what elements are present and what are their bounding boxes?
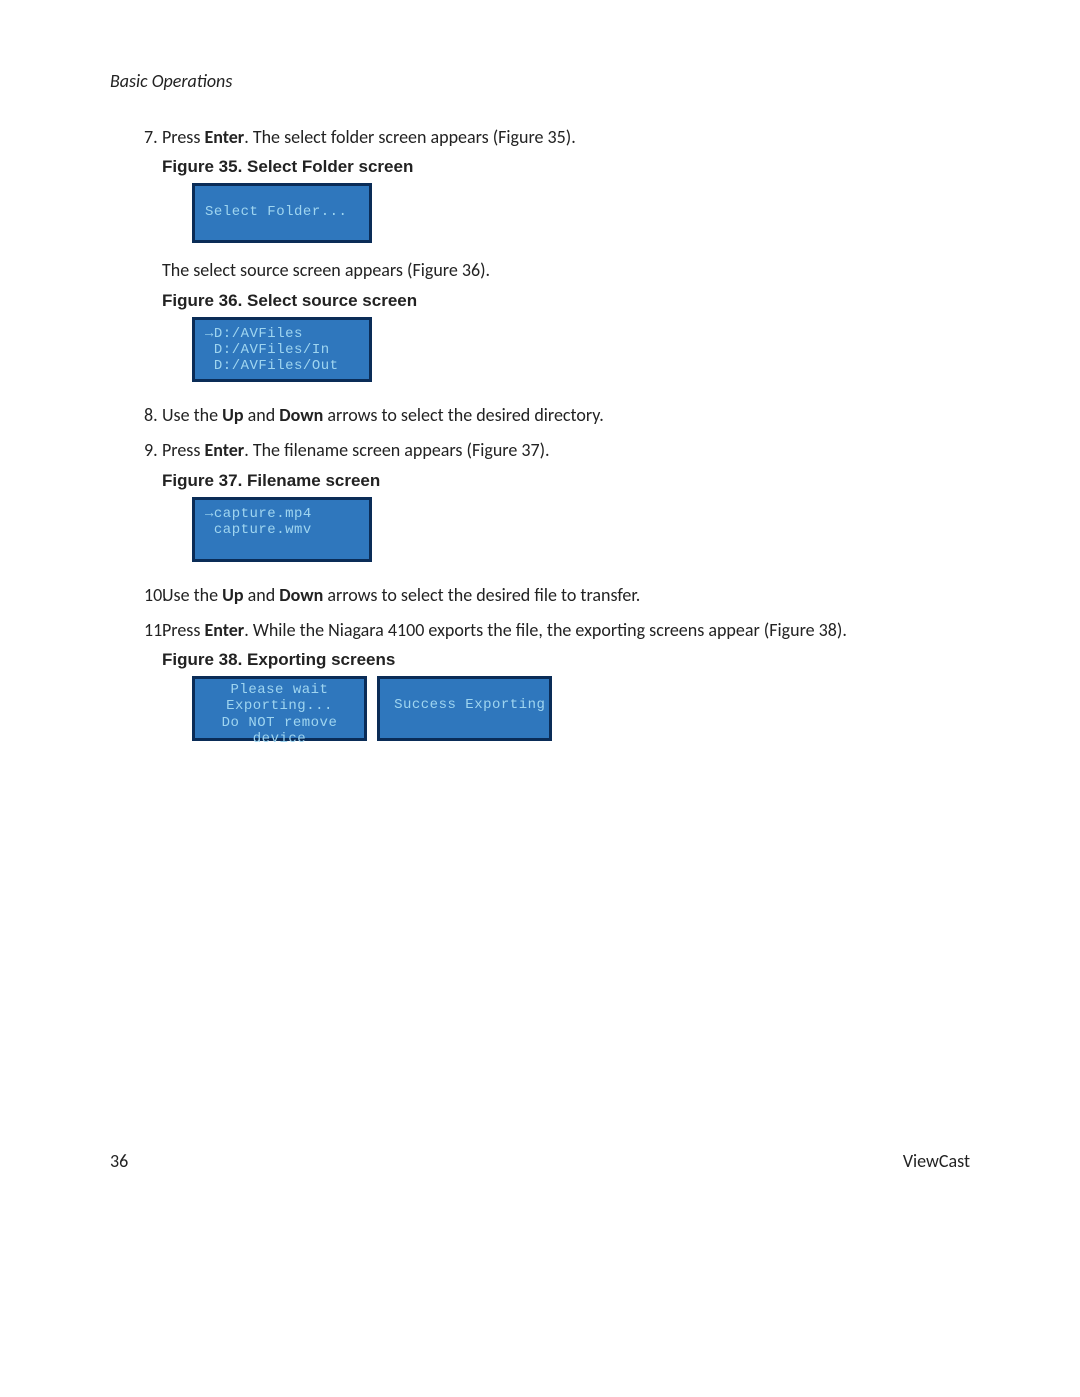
step-body: Press Enter. While the Niagara 4100 expo… bbox=[158, 619, 970, 757]
key-enter: Enter bbox=[204, 126, 244, 148]
key-enter: Enter bbox=[204, 439, 244, 461]
text: Use the bbox=[162, 584, 222, 606]
key-enter: Enter bbox=[204, 619, 244, 641]
key-up: Up bbox=[222, 584, 243, 606]
key-up: Up bbox=[222, 404, 243, 426]
step-body: Press Enter. The filename screen appears… bbox=[158, 439, 970, 577]
figure-38-caption: Figure 38. Exporting screens bbox=[162, 650, 970, 670]
step-body: Press Enter. The select folder screen ap… bbox=[158, 126, 970, 398]
step-number: 8. bbox=[110, 404, 158, 433]
figure-37-caption: Figure 37. Filename screen bbox=[162, 471, 970, 491]
step-body: Use the Up and Down arrows to select the… bbox=[158, 584, 970, 613]
step-number: 9. bbox=[110, 439, 158, 577]
step-7: 7. Press Enter. The select folder screen… bbox=[110, 126, 970, 398]
text: . While the Niagara 4100 exports the fil… bbox=[244, 619, 847, 641]
text: Press bbox=[162, 439, 204, 461]
lcd-exporting-success: Success Exporting bbox=[377, 676, 552, 741]
key-down: Down bbox=[279, 404, 323, 426]
text: and bbox=[244, 584, 280, 606]
page: Basic Operations 7. Press Enter. The sel… bbox=[0, 0, 1080, 1397]
step-number: 11. bbox=[110, 619, 158, 757]
lcd-exporting-wait: Please wait Exporting... Do NOT remove d… bbox=[192, 676, 367, 741]
text: Press bbox=[162, 619, 204, 641]
step-number: 10. bbox=[110, 584, 158, 613]
lcd-select-folder: Select Folder... bbox=[192, 183, 372, 243]
lcd-select-source: →D:/AVFiles D:/AVFiles/In D:/AVFiles/Out bbox=[192, 317, 372, 382]
text: . The filename screen appears (Figure 37… bbox=[244, 439, 549, 461]
text: Press bbox=[162, 126, 204, 148]
lcd-filename: →capture.mp4 capture.wmv bbox=[192, 497, 372, 562]
step-10: 10. Use the Up and Down arrows to select… bbox=[110, 584, 970, 613]
text: arrows to select the desired file to tra… bbox=[323, 584, 640, 606]
key-down: Down bbox=[279, 584, 323, 606]
page-footer: 36 ViewCast bbox=[110, 1150, 970, 1172]
section-header: Basic Operations bbox=[110, 70, 970, 92]
step-number: 7. bbox=[110, 126, 158, 398]
step-body: Use the Up and Down arrows to select the… bbox=[158, 404, 970, 433]
step-9: 9. Press Enter. The filename screen appe… bbox=[110, 439, 970, 577]
text: The select source screen appears (Figure… bbox=[162, 259, 970, 282]
page-number: 36 bbox=[110, 1150, 128, 1172]
steps-list: 7. Press Enter. The select folder screen… bbox=[110, 126, 970, 757]
step-11: 11. Press Enter. While the Niagara 4100 … bbox=[110, 619, 970, 757]
lcd-exporting-row: Please wait Exporting... Do NOT remove d… bbox=[192, 676, 970, 741]
brand-name: ViewCast bbox=[903, 1150, 970, 1172]
text: Use the bbox=[162, 404, 222, 426]
text: . The select folder screen appears (Figu… bbox=[244, 126, 576, 148]
figure-36-caption: Figure 36. Select source screen bbox=[162, 291, 970, 311]
step-8: 8. Use the Up and Down arrows to select … bbox=[110, 404, 970, 433]
figure-35-caption: Figure 35. Select Folder screen bbox=[162, 157, 970, 177]
text: arrows to select the desired directory. bbox=[323, 404, 603, 426]
text: and bbox=[244, 404, 280, 426]
